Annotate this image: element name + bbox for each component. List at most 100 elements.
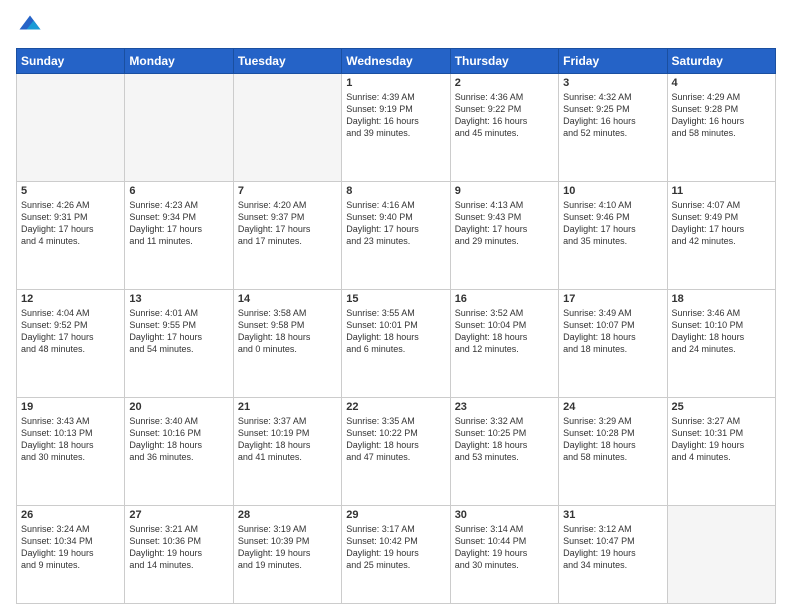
- day-info: Sunrise: 4:20 AM Sunset: 9:37 PM Dayligh…: [238, 199, 337, 248]
- day-info: Sunrise: 4:07 AM Sunset: 9:49 PM Dayligh…: [672, 199, 771, 248]
- calendar-cell: [667, 505, 775, 603]
- day-number: 17: [563, 293, 662, 305]
- day-info: Sunrise: 3:12 AM Sunset: 10:47 PM Daylig…: [563, 523, 662, 572]
- calendar-cell: 29 Sunrise: 3:17 AM Sunset: 10:42 PM Dayl…: [342, 505, 450, 603]
- day-number: 10: [563, 185, 662, 197]
- calendar-cell: 9 Sunrise: 4:13 AM Sunset: 9:43 PM Daylig…: [450, 181, 558, 289]
- weekday-header-friday: Friday: [559, 49, 667, 74]
- day-number: 26: [21, 509, 120, 521]
- day-info: Sunrise: 4:16 AM Sunset: 9:40 PM Dayligh…: [346, 199, 445, 248]
- day-number: 14: [238, 293, 337, 305]
- day-number: 2: [455, 77, 554, 89]
- calendar-cell: 18 Sunrise: 3:46 AM Sunset: 10:10 PM Dayl…: [667, 289, 775, 397]
- calendar-cell: 17 Sunrise: 3:49 AM Sunset: 10:07 PM Dayl…: [559, 289, 667, 397]
- day-number: 20: [129, 401, 228, 413]
- calendar-cell: 2 Sunrise: 4:36 AM Sunset: 9:22 PM Daylig…: [450, 74, 558, 182]
- calendar-cell: 26 Sunrise: 3:24 AM Sunset: 10:34 PM Dayl…: [17, 505, 125, 603]
- calendar-cell: 22Sunrise: 3:35 AM Sunset: 10:22 PM Dayl…: [342, 397, 450, 505]
- day-number: 8: [346, 185, 445, 197]
- day-number: 16: [455, 293, 554, 305]
- day-number: 4: [672, 77, 771, 89]
- day-info: Sunrise: 3:55 AM Sunset: 10:01 PM Daylig…: [346, 307, 445, 356]
- day-number: 28: [238, 509, 337, 521]
- day-info: Sunrise: 3:24 AM Sunset: 10:34 PM Daylig…: [21, 523, 120, 572]
- calendar-cell: 24 Sunrise: 3:29 AM Sunset: 10:28 PM Dayl…: [559, 397, 667, 505]
- day-info: Sunrise: 3:27 AM Sunset: 10:31 PM Daylig…: [672, 415, 771, 464]
- logo-icon: [16, 12, 44, 40]
- weekday-header-row: SundayMondayTuesdayWednesdayThursdayFrid…: [17, 49, 776, 74]
- day-number: 25: [672, 401, 771, 413]
- day-info: Sunrise: 4:01 AM Sunset: 9:55 PM Dayligh…: [129, 307, 228, 356]
- calendar-cell: 16 Sunrise: 3:52 AM Sunset: 10:04 PM Dayl…: [450, 289, 558, 397]
- day-info: Sunrise: 3:52 AM Sunset: 10:04 PM Daylig…: [455, 307, 554, 356]
- day-info: Sunrise: 3:32 AM Sunset: 10:25 PM Daylig…: [455, 415, 554, 464]
- day-number: 21: [238, 401, 337, 413]
- day-info: Sunrise: 4:39 AM Sunset: 9:19 PM Dayligh…: [346, 91, 445, 140]
- day-info: Sunrise: 3:40 AM Sunset: 10:16 PM Daylig…: [129, 415, 228, 464]
- calendar-table: SundayMondayTuesdayWednesdayThursdayFrid…: [16, 48, 776, 604]
- calendar-cell: 23 Sunrise: 3:32 AM Sunset: 10:25 PM Dayl…: [450, 397, 558, 505]
- day-info: Sunrise: 3:37 AM Sunset: 10:19 PM Daylig…: [238, 415, 337, 464]
- calendar-cell: [233, 74, 341, 182]
- calendar-cell: 7Sunrise: 4:20 AM Sunset: 9:37 PM Daylig…: [233, 181, 341, 289]
- day-number: 22: [346, 401, 445, 413]
- calendar-cell: 30Sunrise: 3:14 AM Sunset: 10:44 PM Dayl…: [450, 505, 558, 603]
- day-info: Sunrise: 3:19 AM Sunset: 10:39 PM Daylig…: [238, 523, 337, 572]
- day-info: Sunrise: 3:58 AM Sunset: 9:58 PM Dayligh…: [238, 307, 337, 356]
- logo: [16, 12, 48, 40]
- calendar-week-row: 1 Sunrise: 4:39 AM Sunset: 9:19 PM Daylig…: [17, 74, 776, 182]
- calendar-cell: 4 Sunrise: 4:29 AM Sunset: 9:28 PM Daylig…: [667, 74, 775, 182]
- day-info: Sunrise: 3:17 AM Sunset: 10:42 PM Daylig…: [346, 523, 445, 572]
- calendar-cell: 19 Sunrise: 3:43 AM Sunset: 10:13 PM Dayl…: [17, 397, 125, 505]
- calendar-cell: 25 Sunrise: 3:27 AM Sunset: 10:31 PM Dayl…: [667, 397, 775, 505]
- calendar-cell: 3Sunrise: 4:32 AM Sunset: 9:25 PM Daylig…: [559, 74, 667, 182]
- day-number: 31: [563, 509, 662, 521]
- weekday-header-thursday: Thursday: [450, 49, 558, 74]
- calendar-cell: 5Sunrise: 4:26 AM Sunset: 9:31 PM Daylig…: [17, 181, 125, 289]
- header: [16, 12, 776, 40]
- day-number: 19: [21, 401, 120, 413]
- calendar-cell: 27 Sunrise: 3:21 AM Sunset: 10:36 PM Dayl…: [125, 505, 233, 603]
- day-number: 29: [346, 509, 445, 521]
- calendar-cell: 11Sunrise: 4:07 AM Sunset: 9:49 PM Dayli…: [667, 181, 775, 289]
- calendar-cell: 14 Sunrise: 3:58 AM Sunset: 9:58 PM Dayli…: [233, 289, 341, 397]
- weekday-header-tuesday: Tuesday: [233, 49, 341, 74]
- calendar-cell: [125, 74, 233, 182]
- day-info: Sunrise: 4:10 AM Sunset: 9:46 PM Dayligh…: [563, 199, 662, 248]
- calendar-cell: 15 Sunrise: 3:55 AM Sunset: 10:01 PM Dayl…: [342, 289, 450, 397]
- day-info: Sunrise: 4:04 AM Sunset: 9:52 PM Dayligh…: [21, 307, 120, 356]
- calendar-cell: 6Sunrise: 4:23 AM Sunset: 9:34 PM Daylig…: [125, 181, 233, 289]
- day-info: Sunrise: 4:13 AM Sunset: 9:43 PM Dayligh…: [455, 199, 554, 248]
- calendar-cell: 20 Sunrise: 3:40 AM Sunset: 10:16 PM Dayl…: [125, 397, 233, 505]
- day-number: 18: [672, 293, 771, 305]
- day-number: 9: [455, 185, 554, 197]
- calendar-cell: 10 Sunrise: 4:10 AM Sunset: 9:46 PM Dayli…: [559, 181, 667, 289]
- day-number: 3: [563, 77, 662, 89]
- day-number: 12: [21, 293, 120, 305]
- day-number: 15: [346, 293, 445, 305]
- calendar-cell: 12 Sunrise: 4:04 AM Sunset: 9:52 PM Dayli…: [17, 289, 125, 397]
- day-number: 1: [346, 77, 445, 89]
- calendar-cell: 8 Sunrise: 4:16 AM Sunset: 9:40 PM Daylig…: [342, 181, 450, 289]
- day-info: Sunrise: 3:43 AM Sunset: 10:13 PM Daylig…: [21, 415, 120, 464]
- day-number: 27: [129, 509, 228, 521]
- day-info: Sunrise: 4:36 AM Sunset: 9:22 PM Dayligh…: [455, 91, 554, 140]
- calendar-cell: 28 Sunrise: 3:19 AM Sunset: 10:39 PM Dayl…: [233, 505, 341, 603]
- day-info: Sunrise: 3:46 AM Sunset: 10:10 PM Daylig…: [672, 307, 771, 356]
- day-number: 5: [21, 185, 120, 197]
- calendar-week-row: 26 Sunrise: 3:24 AM Sunset: 10:34 PM Dayl…: [17, 505, 776, 603]
- day-info: Sunrise: 3:49 AM Sunset: 10:07 PM Daylig…: [563, 307, 662, 356]
- day-number: 23: [455, 401, 554, 413]
- day-info: Sunrise: 3:21 AM Sunset: 10:36 PM Daylig…: [129, 523, 228, 572]
- day-number: 30: [455, 509, 554, 521]
- day-number: 24: [563, 401, 662, 413]
- calendar-week-row: 19 Sunrise: 3:43 AM Sunset: 10:13 PM Dayl…: [17, 397, 776, 505]
- weekday-header-sunday: Sunday: [17, 49, 125, 74]
- weekday-header-wednesday: Wednesday: [342, 49, 450, 74]
- calendar-cell: 1 Sunrise: 4:39 AM Sunset: 9:19 PM Daylig…: [342, 74, 450, 182]
- calendar-week-row: 5Sunrise: 4:26 AM Sunset: 9:31 PM Daylig…: [17, 181, 776, 289]
- weekday-header-monday: Monday: [125, 49, 233, 74]
- day-info: Sunrise: 3:29 AM Sunset: 10:28 PM Daylig…: [563, 415, 662, 464]
- calendar-cell: 31 Sunrise: 3:12 AM Sunset: 10:47 PM Dayl…: [559, 505, 667, 603]
- day-info: Sunrise: 4:29 AM Sunset: 9:28 PM Dayligh…: [672, 91, 771, 140]
